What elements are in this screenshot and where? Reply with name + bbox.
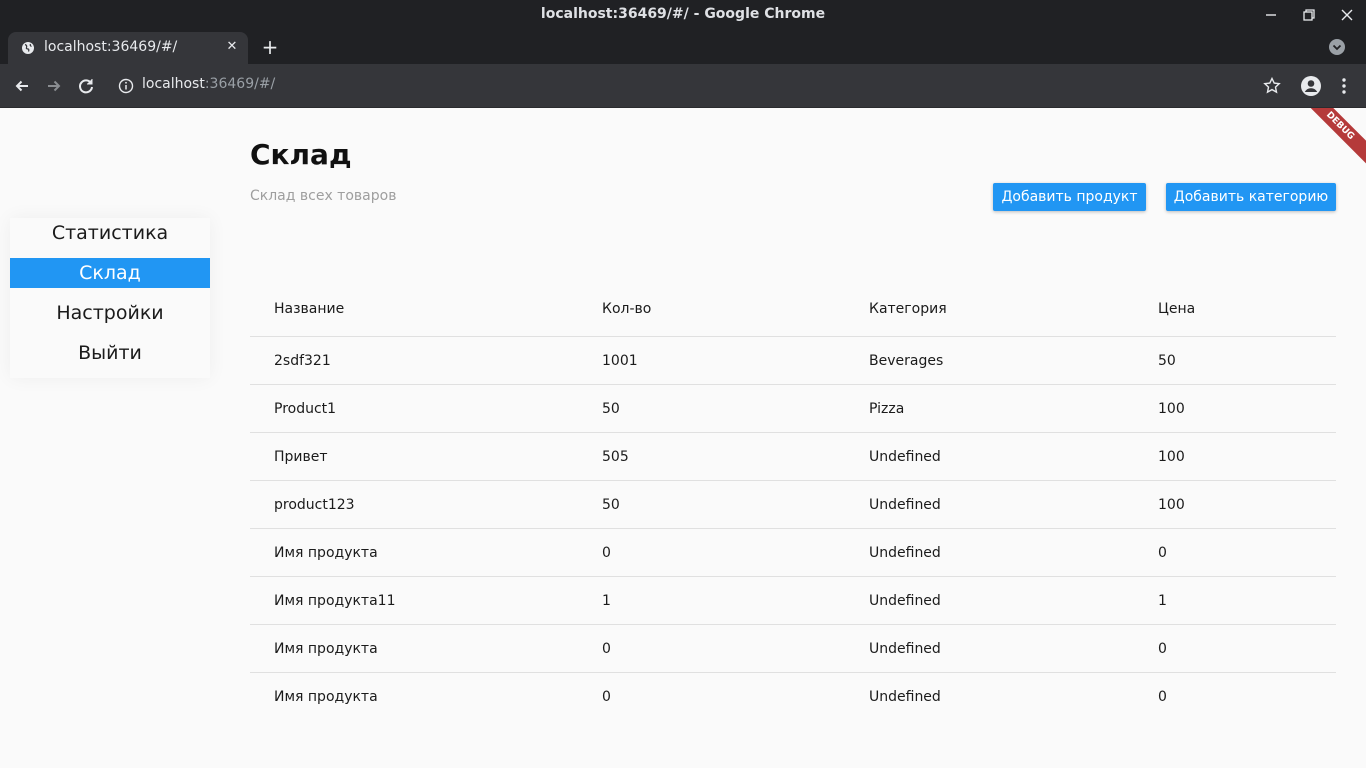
cell-name: product123 [274,497,355,513]
cell-price: 0 [1158,641,1167,657]
cell-quantity: 0 [602,689,611,705]
cell-quantity: 1001 [602,353,638,369]
sidebar-item-warehouse[interactable]: Склад [10,258,210,288]
table-row[interactable]: Product1 50 Pizza 100 [250,385,1336,433]
url-host: localhost [142,76,205,92]
table-header: Название Кол-во Категория Цена [250,285,1336,337]
table-row[interactable]: Имя продукта 0 Undefined 0 [250,673,1336,721]
cell-price: 100 [1158,449,1185,465]
cell-quantity: 50 [602,401,620,417]
app-viewport: DEBUG Статистика Склад Настройки Выйти С… [0,108,1366,768]
cell-price: 100 [1158,401,1185,417]
column-header-category[interactable]: Категория [869,285,947,333]
table-row[interactable]: Имя продукта11 1 Undefined 1 [250,577,1336,625]
restore-icon[interactable] [1298,4,1320,26]
column-header-name[interactable]: Название [274,285,344,333]
minimize-icon[interactable] [1260,4,1282,26]
cell-price: 50 [1158,353,1176,369]
browser-toolbar: localhost:36469/#/ [0,64,1366,108]
add-product-button[interactable]: Добавить продукт [993,183,1146,211]
column-header-quantity[interactable]: Кол-во [602,285,651,333]
cell-category: Undefined [869,641,941,657]
cell-name: Имя продукта [274,689,378,705]
cell-price: 0 [1158,545,1167,561]
cell-name: Привет [274,449,328,465]
cell-quantity: 50 [602,497,620,513]
close-window-icon[interactable] [1336,4,1358,26]
cell-quantity: 0 [602,545,611,561]
cell-category: Undefined [869,689,941,705]
globe-icon [22,42,34,54]
sidebar-item-settings[interactable]: Настройки [10,298,210,328]
table-row[interactable]: Привет 505 Undefined 100 [250,433,1336,481]
info-icon[interactable] [118,78,134,94]
table-row[interactable]: Имя продукта 0 Undefined 0 [250,529,1336,577]
cell-category: Pizza [869,401,905,417]
add-category-button[interactable]: Добавить категорию [1166,183,1336,211]
cell-category: Undefined [869,449,941,465]
cell-quantity: 1 [602,593,611,609]
column-header-price[interactable]: Цена [1158,285,1195,333]
menu-kebab-icon[interactable] [1333,75,1355,97]
table-row[interactable]: Имя продукта 0 Undefined 0 [250,625,1336,673]
cell-category: Undefined [869,545,941,561]
cell-name: Имя продукта11 [274,593,396,609]
sidebar-item-logout[interactable]: Выйти [10,338,210,368]
table-row[interactable]: product123 50 Undefined 100 [250,481,1336,529]
cell-name: Имя продукта [274,641,378,657]
forward-icon[interactable] [43,75,65,97]
cell-price: 0 [1158,689,1167,705]
cell-quantity: 0 [602,641,611,657]
window-titlebar: localhost:36469/#/ - Google Chrome [0,0,1366,30]
tab-search-icon[interactable] [1328,38,1346,56]
cell-category: Undefined [869,593,941,609]
page-subtitle: Склад всех товаров [250,188,397,204]
url-text: localhost:36469/#/ [142,76,275,92]
new-tab-icon[interactable]: + [258,36,282,60]
cell-quantity: 505 [602,449,629,465]
tab-close-icon[interactable]: ✕ [224,39,240,55]
back-icon[interactable] [11,75,33,97]
reload-icon[interactable] [75,75,97,97]
window-title: localhost:36469/#/ - Google Chrome [540,6,826,22]
table-row[interactable]: 2sdf321 1001 Beverages 50 [250,337,1336,385]
sidebar-item-statistics[interactable]: Статистика [10,218,210,248]
cell-name: Имя продукта [274,545,378,561]
cell-category: Beverages [869,353,944,369]
tab-strip: localhost:36469/#/ ✕ + [0,30,1366,64]
cell-name: 2sdf321 [274,353,331,369]
cell-name: Product1 [274,401,337,417]
browser-tab[interactable]: localhost:36469/#/ ✕ [8,32,248,64]
products-table: Название Кол-во Категория Цена 2sdf321 1… [250,285,1336,721]
tab-title: localhost:36469/#/ [44,39,178,55]
debug-banner: DEBUG [1291,108,1366,175]
bookmark-star-icon[interactable] [1261,75,1283,97]
url-path: :36469/#/ [204,76,276,92]
page-title: Склад [250,138,352,171]
profile-avatar-icon[interactable] [1300,75,1322,97]
cell-price: 1 [1158,593,1167,609]
cell-category: Undefined [869,497,941,513]
address-bar[interactable]: localhost:36469/#/ [110,70,1290,102]
sidebar-nav: Статистика Склад Настройки Выйти [10,218,210,378]
cell-price: 100 [1158,497,1185,513]
